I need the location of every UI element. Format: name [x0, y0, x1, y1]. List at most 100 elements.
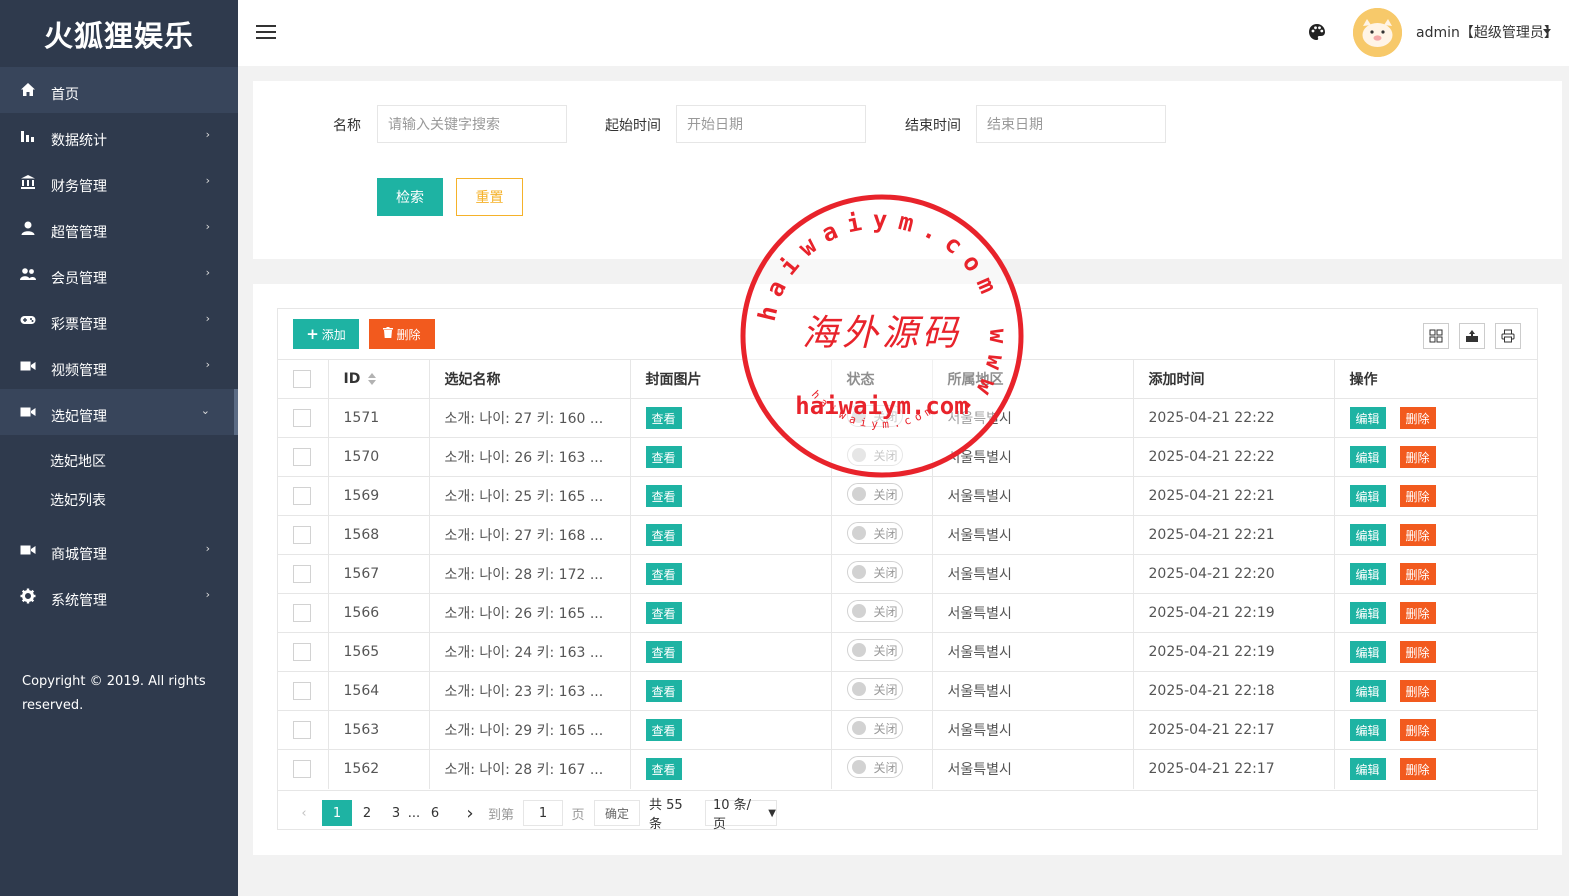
caret-down-icon[interactable]	[1543, 29, 1551, 34]
view-cover-button[interactable]: 查看	[645, 524, 682, 546]
batch-delete-button[interactable]: 删除	[369, 319, 435, 349]
delete-button[interactable]: 删除	[1399, 407, 1436, 429]
sidebar-item-admin[interactable]: 超管管理 ›	[0, 205, 238, 251]
next-page-icon[interactable]: ›	[462, 800, 478, 826]
view-cover-button[interactable]: 查看	[645, 563, 682, 585]
row-checkbox[interactable]	[293, 682, 311, 700]
row-checkbox[interactable]	[293, 565, 311, 583]
goto-confirm-button[interactable]: 确定	[594, 800, 640, 826]
edit-button[interactable]: 编辑	[1349, 719, 1386, 741]
sidebar-item-lottery[interactable]: 彩票管理 ›	[0, 297, 238, 343]
status-toggle[interactable]: 关闭	[846, 678, 903, 700]
column-header-id[interactable]: ID	[327, 359, 429, 399]
delete-button[interactable]: 删除	[1399, 758, 1436, 781]
sidebar-item-members[interactable]: 会员管理 ›	[0, 251, 238, 297]
select-all-checkbox[interactable]	[293, 370, 311, 388]
sidebar-item-stats[interactable]: 数据统计 ›	[0, 113, 238, 159]
row-checkbox[interactable]	[293, 448, 311, 466]
row-checkbox[interactable]	[293, 604, 311, 622]
status-toggle[interactable]: 关闭	[846, 756, 903, 779]
row-checkbox[interactable]	[293, 526, 311, 544]
avatar[interactable]	[1353, 8, 1402, 57]
end-date-input[interactable]: 结束日期	[976, 105, 1166, 143]
delete-button[interactable]: 删除	[1399, 680, 1436, 702]
status-toggle[interactable]: 关闭	[846, 405, 903, 427]
palette-icon[interactable]	[1307, 22, 1327, 42]
delete-button[interactable]: 删除	[1399, 563, 1436, 585]
row-id: 1566	[327, 593, 429, 633]
delete-button[interactable]: 删除	[1399, 524, 1436, 546]
status-toggle[interactable]: 关闭	[846, 483, 903, 505]
page-6[interactable]: 6	[426, 800, 444, 826]
status-toggle[interactable]: 关闭	[846, 444, 903, 466]
edit-button[interactable]: 编辑	[1349, 680, 1386, 702]
view-cover-button[interactable]: 查看	[645, 758, 682, 781]
view-cover-button[interactable]: 查看	[645, 407, 682, 429]
row-checkbox[interactable]	[293, 487, 311, 505]
chevron-right-icon: ›	[205, 174, 210, 187]
row-checkbox[interactable]	[293, 721, 311, 739]
sidebar-item-system[interactable]: 系统管理 ›	[0, 573, 238, 619]
data-table: ID 选妃名称 封面图片 状态 所属地区 添加时间 操作 1571 소개: 나이:…	[278, 359, 1537, 789]
edit-button[interactable]: 编辑	[1349, 563, 1386, 585]
name-search-input[interactable]: 请输入关键字搜索	[377, 105, 567, 143]
row-status-cell: 关闭	[830, 554, 932, 594]
view-cover-button[interactable]: 查看	[645, 719, 682, 741]
status-toggle[interactable]: 关闭	[846, 522, 903, 544]
delete-button[interactable]: 删除	[1399, 719, 1436, 741]
goto-page-input[interactable]: 1	[523, 800, 563, 826]
page-current[interactable]: 1	[322, 800, 352, 826]
export-icon[interactable]	[1459, 323, 1485, 349]
page-2[interactable]: 2	[358, 800, 376, 826]
edit-button[interactable]: 编辑	[1349, 446, 1386, 468]
reset-button[interactable]: 重置	[456, 178, 523, 216]
view-cover-button[interactable]: 查看	[645, 485, 682, 507]
status-toggle[interactable]: 关闭	[846, 600, 903, 622]
row-id: 1568	[327, 515, 429, 555]
edit-button[interactable]: 编辑	[1349, 407, 1386, 429]
columns-filter-icon[interactable]	[1423, 323, 1449, 349]
print-icon[interactable]	[1495, 323, 1521, 349]
row-checkbox[interactable]	[293, 409, 311, 427]
sidebar-item-concubine[interactable]: 选妃管理 ⌄	[0, 389, 238, 435]
status-toggle[interactable]: 关闭	[846, 639, 903, 661]
sidebar-subitem-list[interactable]: 选妃列表	[0, 480, 238, 519]
search-button[interactable]: 检索	[377, 178, 443, 216]
edit-button[interactable]: 编辑	[1349, 602, 1386, 624]
sidebar-item-home[interactable]: 首页	[0, 67, 238, 113]
status-toggle[interactable]: 关闭	[846, 717, 903, 739]
view-cover-button[interactable]: 查看	[645, 602, 682, 624]
edit-button[interactable]: 编辑	[1349, 524, 1386, 546]
delete-button[interactable]: 删除	[1399, 641, 1436, 663]
page-3[interactable]: 3	[387, 800, 405, 826]
user-menu[interactable]: admin【超级管理员】	[1416, 22, 1558, 42]
row-name: 소개: 나이: 24 키: 163 ...	[428, 632, 630, 672]
column-header-time: 添加时间	[1132, 359, 1334, 399]
app-logo[interactable]: 火狐狸娱乐	[0, 0, 238, 67]
start-date-input[interactable]: 开始日期	[676, 105, 866, 143]
add-button[interactable]: + 添加	[293, 319, 359, 349]
page-size-select[interactable]: 10 条/页 ▼	[705, 798, 777, 832]
delete-button[interactable]: 删除	[1399, 602, 1436, 624]
view-cover-button[interactable]: 查看	[645, 446, 682, 468]
sidebar-item-shop[interactable]: 商城管理 ›	[0, 527, 238, 573]
view-cover-button[interactable]: 查看	[645, 680, 682, 702]
sort-icon[interactable]	[368, 373, 377, 385]
sidebar-subitem-region[interactable]: 选妃地区	[0, 441, 238, 480]
sidebar-item-finance[interactable]: 财务管理 ›	[0, 159, 238, 205]
row-time: 2025-04-21 22:18	[1132, 671, 1334, 711]
hamburger-menu-icon[interactable]	[256, 24, 276, 40]
delete-button[interactable]: 删除	[1399, 485, 1436, 507]
edit-button[interactable]: 编辑	[1349, 758, 1386, 781]
row-checkbox[interactable]	[293, 643, 311, 661]
edit-button[interactable]: 编辑	[1349, 641, 1386, 663]
view-cover-button[interactable]: 查看	[645, 641, 682, 663]
row-actions-cell: 编辑 删除	[1333, 515, 1537, 555]
row-checkbox[interactable]	[293, 760, 311, 779]
row-actions-cell: 编辑 删除	[1333, 671, 1537, 711]
sidebar-item-video[interactable]: 视频管理 ›	[0, 343, 238, 389]
status-toggle[interactable]: 关闭	[846, 561, 903, 583]
delete-button[interactable]: 删除	[1399, 446, 1436, 468]
edit-button[interactable]: 编辑	[1349, 485, 1386, 507]
prev-page-icon[interactable]: ‹	[296, 800, 312, 826]
